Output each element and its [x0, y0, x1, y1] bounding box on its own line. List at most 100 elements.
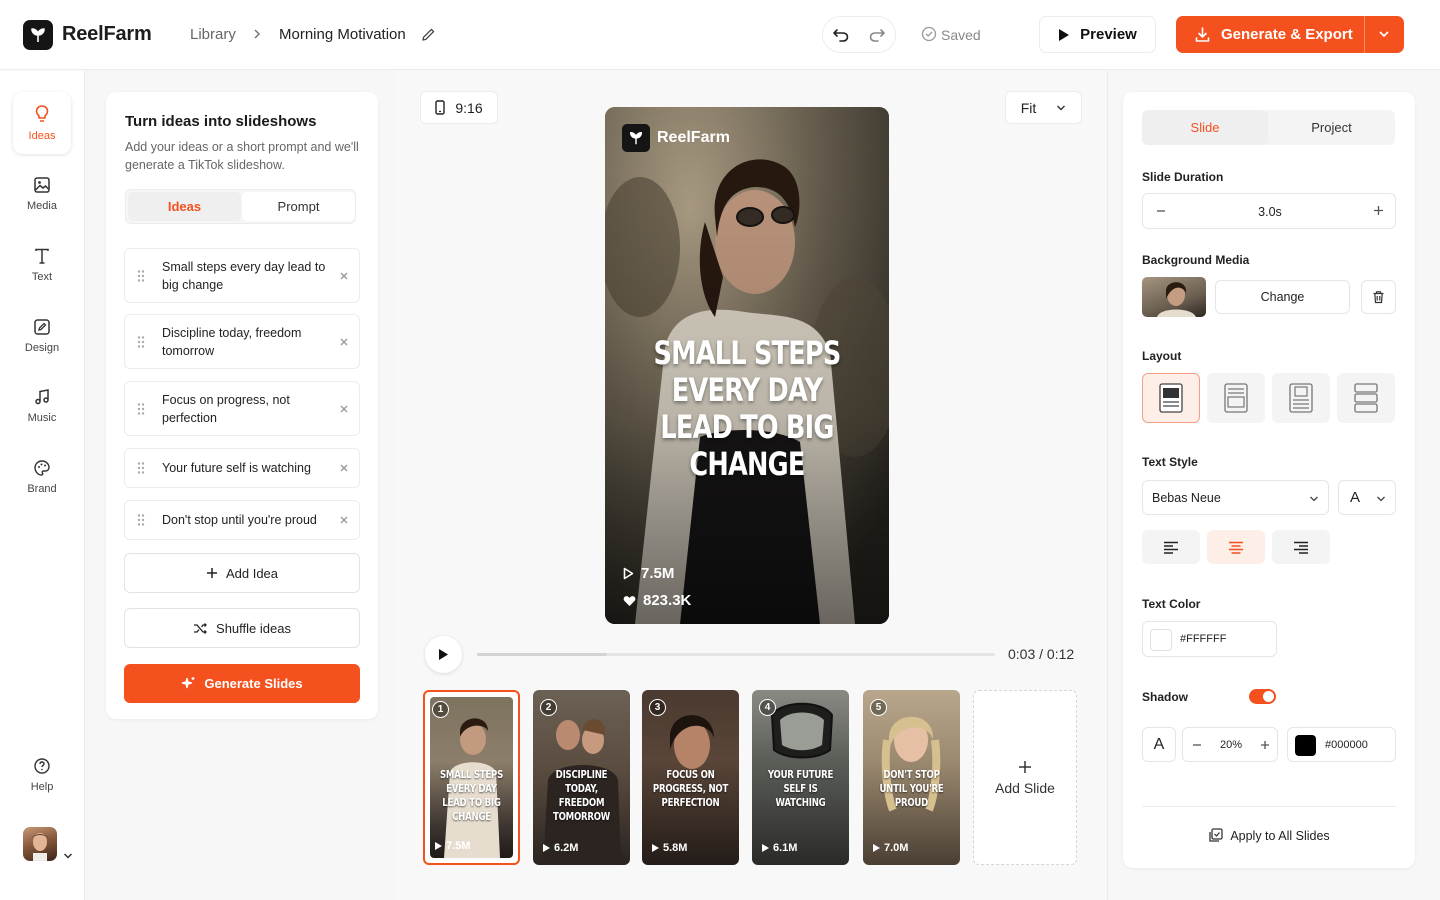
aspect-ratio-button[interactable]: 9:16 [420, 91, 498, 124]
align-right-button[interactable] [1272, 530, 1330, 564]
drag-handle-icon[interactable] [137, 402, 145, 415]
drag-handle-icon[interactable] [137, 269, 145, 282]
top-bar: ReelFarm Library Morning Motivation Save… [0, 0, 1440, 70]
add-idea-button[interactable]: Add Idea [124, 553, 360, 593]
rail-label: Brand [27, 483, 57, 495]
timeline-track[interactable] [477, 653, 995, 656]
background-thumbnail[interactable] [1142, 277, 1206, 317]
play-button[interactable] [425, 636, 462, 673]
account-chevron-icon[interactable] [63, 852, 73, 860]
idea-text[interactable]: Small steps every day lead to big change [162, 258, 332, 294]
align-center-button[interactable] [1207, 530, 1265, 564]
tab-slide[interactable]: Slide [1142, 110, 1268, 145]
add-slide-button[interactable]: Add Slide [973, 690, 1077, 865]
slide-thumbnail[interactable]: 2 DISCIPLINE TODAY, FREEDOM TOMORROW 6.2… [533, 690, 630, 865]
generate-slides-button[interactable]: Generate Slides [124, 664, 360, 703]
undo-icon[interactable] [832, 27, 850, 43]
time-separator: / [1039, 646, 1047, 662]
chevron-down-icon[interactable] [1378, 29, 1390, 39]
layout-text-top-icon [1224, 383, 1248, 413]
rail-item-text[interactable]: Text [13, 234, 71, 296]
remove-idea-icon[interactable] [339, 337, 349, 347]
idea-text[interactable]: Don't stop until you're proud [162, 511, 332, 529]
apply-all-button[interactable]: Apply to All Slides [1123, 828, 1415, 843]
rail-item-design[interactable]: Design [13, 305, 71, 367]
slide-thumbnail[interactable]: SMALL STEPS EVERY DAY LEAD TO BIG CHANGE… [423, 690, 520, 865]
remove-idea-icon[interactable] [339, 404, 349, 414]
plus-icon[interactable] [1260, 740, 1270, 750]
shadow-style-button[interactable]: A [1142, 727, 1176, 762]
remove-idea-icon[interactable] [339, 271, 349, 281]
slide-number: 1 [432, 701, 449, 718]
slide-preview[interactable]: ReelFarm SMALL STEPS EVERY DAY LEAD TO B… [605, 107, 889, 624]
text-color-swatch[interactable] [1150, 629, 1172, 651]
slide-text[interactable]: SMALL STEPS EVERY DAY LEAD TO BIG CHANGE [633, 335, 860, 483]
saved-check-icon [921, 26, 937, 42]
tab-ideas[interactable]: Ideas [128, 192, 241, 221]
drag-handle-icon[interactable] [137, 514, 145, 527]
idea-item[interactable]: Discipline today, freedom tomorrow [124, 314, 360, 369]
brand-logo-icon[interactable] [23, 20, 53, 50]
avatar[interactable] [23, 827, 57, 861]
rail-item-ideas[interactable]: Ideas [13, 92, 71, 154]
shuffle-ideas-button[interactable]: Shuffle ideas [124, 608, 360, 648]
redo-icon[interactable] [868, 27, 886, 43]
idea-text[interactable]: Focus on progress, not perfection [162, 391, 332, 427]
drag-handle-icon[interactable] [137, 335, 145, 348]
slide-thumbnail[interactable]: 5 DON'T STOP UNTIL YOU'RE PROUD 7.0M [863, 690, 960, 865]
time-total: 0:12 [1046, 646, 1075, 662]
plus-icon[interactable] [1373, 205, 1384, 216]
remove-idea-icon[interactable] [339, 463, 349, 473]
rail-label: Design [24, 342, 60, 354]
tab-project[interactable]: Project [1268, 110, 1395, 145]
preview-button[interactable]: Preview [1039, 16, 1156, 53]
likes-value: 823.3K [643, 592, 692, 609]
duration-value[interactable]: 3.0s [1143, 205, 1397, 219]
zoom-select[interactable]: Fit [1005, 91, 1082, 124]
delete-media-button[interactable] [1361, 280, 1396, 314]
text-case-select[interactable]: A [1338, 480, 1396, 515]
slide-number: 3 [649, 699, 666, 716]
text-color-field[interactable]: #FFFFFF [1142, 621, 1277, 657]
rail-item-brand[interactable]: Brand [13, 446, 71, 508]
tab-prompt[interactable]: Prompt [242, 192, 355, 221]
layout-option-1[interactable] [1142, 373, 1200, 423]
layout-option-4[interactable] [1337, 373, 1395, 423]
text-color-label: Text Color [1142, 597, 1201, 611]
breadcrumb-library[interactable]: Library [190, 26, 236, 43]
settings-panel: Slide Project Slide Duration 3.0s Backgr… [1123, 92, 1415, 868]
layout-option-3[interactable] [1272, 373, 1330, 423]
slide-thumbnail[interactable]: 3 FOCUS ON PROGRESS, NOT PERFECTION 5.8M [642, 690, 739, 865]
phone-icon [435, 100, 446, 115]
idea-item[interactable]: Your future self is watching [124, 448, 360, 488]
rail-item-help[interactable]: Help [13, 744, 71, 806]
idea-text[interactable]: Discipline today, freedom tomorrow [162, 324, 332, 360]
idea-text[interactable]: Your future self is watching [162, 459, 332, 477]
plus-icon [1018, 760, 1032, 774]
edit-pencil-icon[interactable] [421, 27, 436, 42]
views-value: 6.1M [773, 842, 798, 854]
layout-split-icon [1354, 383, 1378, 413]
shuffle-label: Shuffle ideas [216, 620, 291, 636]
chevron-down-icon [1056, 104, 1066, 112]
shadow-color-field[interactable]: #000000 [1287, 727, 1396, 762]
idea-item[interactable]: Small steps every day lead to big change [124, 248, 360, 303]
idea-item[interactable]: Focus on progress, not perfection [124, 381, 360, 436]
remove-idea-icon[interactable] [339, 515, 349, 525]
change-media-button[interactable]: Change [1215, 280, 1350, 314]
layout-option-2[interactable] [1207, 373, 1265, 423]
font-select[interactable]: Bebas Neue [1142, 480, 1329, 515]
idea-item[interactable]: Don't stop until you're proud [124, 500, 360, 540]
thumbnail-views: 7.5M [435, 840, 470, 852]
align-left-button[interactable] [1142, 530, 1200, 564]
shadow-toggle[interactable] [1249, 689, 1276, 704]
generate-export-button[interactable]: Generate & Export [1176, 16, 1404, 53]
design-icon [33, 318, 51, 336]
drag-handle-icon[interactable] [137, 462, 145, 475]
music-icon [33, 388, 51, 406]
rail-item-music[interactable]: Music [13, 375, 71, 437]
aspect-ratio-value: 9:16 [455, 99, 483, 116]
slide-thumbnail[interactable]: 4 YOUR FUTURE SELF IS WATCHING 6.1M [752, 690, 849, 865]
shadow-color-swatch[interactable] [1295, 735, 1316, 756]
rail-item-media[interactable]: Media [13, 163, 71, 225]
